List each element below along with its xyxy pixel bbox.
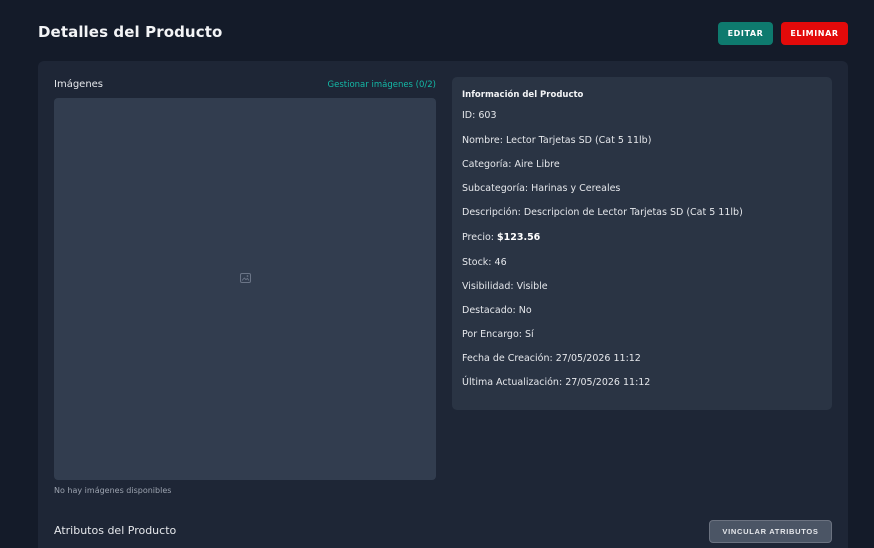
info-row-stock: Stock: 46 — [462, 257, 507, 268]
info-label: Stock: — [462, 257, 492, 268]
info-label: Nombre: — [462, 135, 503, 146]
info-label: Última Actualización: — [462, 377, 563, 388]
images-label: Imágenes — [54, 79, 104, 90]
info-label: Categoría: — [462, 159, 512, 170]
info-label: Visibilidad: — [462, 281, 514, 292]
info-value: 27/05/2026 11:12 — [565, 377, 651, 388]
info-row-updated-at: Última Actualización: 27/05/2026 11:12 — [462, 377, 650, 388]
info-label: Subcategoría: — [462, 183, 529, 194]
info-value: Descripcion de Lector Tarjetas SD (Cat 5… — [523, 207, 743, 218]
info-value: Visible — [516, 281, 548, 292]
info-label: Por Encargo: — [462, 329, 522, 340]
price-value: $123.56 — [497, 232, 541, 243]
manage-images-link[interactable]: Gestionar imágenes (0/2) — [328, 80, 436, 90]
info-label: Descripción: — [462, 207, 521, 218]
info-value: No — [518, 305, 532, 316]
info-row-on-order: Por Encargo: Sí — [462, 329, 534, 340]
product-card: Imágenes Gestionar imágenes (0/2) No hay… — [38, 61, 848, 548]
info-title: Información del Producto — [462, 90, 584, 100]
info-row-id: ID: 603 — [462, 110, 497, 121]
info-value: Harinas y Cereales — [531, 183, 621, 194]
image-icon — [240, 273, 251, 283]
attributes-title: Atributos del Producto — [54, 524, 177, 537]
product-info-panel: Información del Producto ID: 603 Nombre:… — [452, 77, 832, 410]
info-value: 603 — [478, 110, 497, 121]
info-row-featured: Destacado: No — [462, 305, 532, 316]
info-row-category: Categoría: Aire Libre — [462, 159, 560, 170]
product-details-page: Detalles del Producto EDITAR ELIMINAR Im… — [0, 0, 874, 548]
edit-button[interactable]: EDITAR — [718, 22, 773, 45]
info-label: Precio: — [462, 232, 494, 243]
info-value: Aire Libre — [514, 159, 560, 170]
no-images-text: No hay imágenes disponibles — [54, 486, 172, 495]
image-gallery — [54, 98, 436, 480]
info-value: Sí — [525, 329, 534, 340]
info-row-created-at: Fecha de Creación: 27/05/2026 11:12 — [462, 353, 641, 364]
info-label: Fecha de Creación: — [462, 353, 553, 364]
info-row-price: Precio: $123.56 — [462, 232, 540, 243]
info-value: 46 — [494, 257, 507, 268]
info-row-name: Nombre: Lector Tarjetas SD (Cat 5 11lb) — [462, 135, 651, 146]
info-label: Destacado: — [462, 305, 516, 316]
info-label: ID: — [462, 110, 476, 121]
info-row-visibility: Visibilidad: Visible — [462, 281, 548, 292]
info-row-description: Descripción: Descripcion de Lector Tarje… — [462, 207, 743, 218]
delete-button[interactable]: ELIMINAR — [781, 22, 848, 45]
link-attributes-button[interactable]: VINCULAR ATRIBUTOS — [709, 520, 832, 543]
info-value: 27/05/2026 11:12 — [555, 353, 641, 364]
page-title: Detalles del Producto — [38, 23, 223, 41]
info-value: Lector Tarjetas SD (Cat 5 11lb) — [505, 135, 652, 146]
info-row-subcategory: Subcategoría: Harinas y Cereales — [462, 183, 620, 194]
